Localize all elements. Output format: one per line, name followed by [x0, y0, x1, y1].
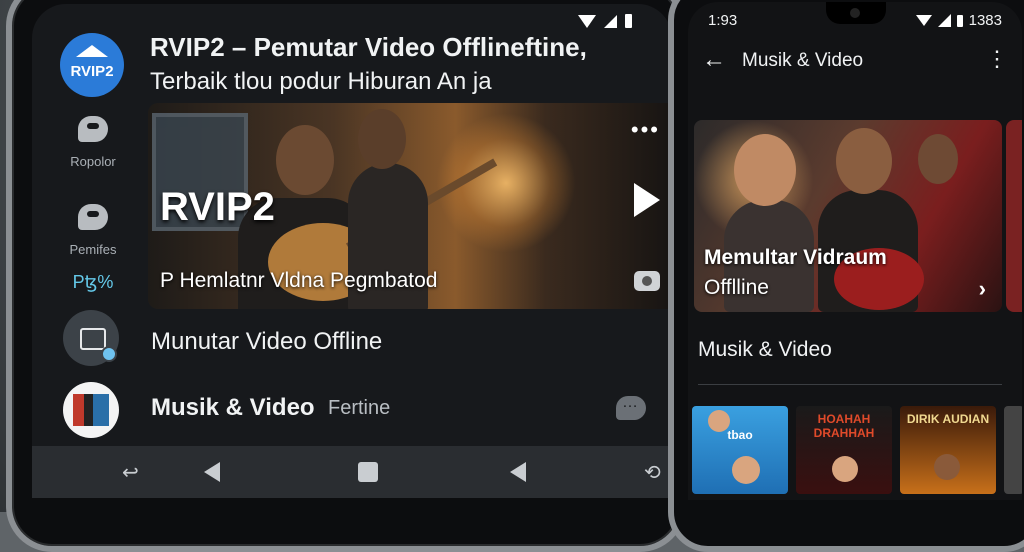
list-item-sub: Fertine: [328, 397, 391, 419]
system-nav-bar: ↩ ⟲: [32, 446, 672, 498]
logo-text: RVIP2: [70, 62, 114, 80]
thumbnail-label: DIRIK AUDIAN: [906, 412, 990, 426]
guitarist-head: [836, 128, 892, 194]
chat-bubble-icon: [78, 116, 108, 142]
guitarist-head: [276, 125, 334, 195]
more-icon[interactable]: •••: [631, 117, 660, 143]
status-right-text: 1383: [968, 12, 1002, 29]
offline-video-icon[interactable]: [63, 310, 119, 366]
app-subtitle: Terbaik tlou podur Hiburan An ja: [150, 68, 492, 95]
left-phone-frame: RVIP2 RVIP2 – Pemutar Video Offlineftine…: [6, 0, 686, 552]
side-item-label: Ropolor: [70, 154, 116, 169]
page-title: Musik & Video: [742, 50, 864, 71]
chat-bubble-icon: [78, 204, 108, 230]
video-thumbnail[interactable]: tbao: [692, 406, 788, 494]
battery-icon: [625, 14, 632, 28]
right-phone-frame: 1:93 1383 ← Musik & Video ⋮ Memultar Vid…: [668, 0, 1024, 552]
return-icon[interactable]: ↩: [122, 460, 139, 485]
music-video-icon[interactable]: [63, 382, 119, 438]
right-phone-screen: 1:93 1383 ← Musik & Video ⋮ Memultar Vid…: [688, 2, 1022, 500]
side-item-label: Pemifes: [69, 242, 117, 257]
hero-subtitle: P Hemlatnr Vldna Pegmbatod: [160, 269, 438, 292]
left-phone-screen: RVIP2 RVIP2 – Pemutar Video Offlineftine…: [32, 4, 672, 498]
featured-card[interactable]: Memultar Vidraum Offlline ›: [694, 120, 1002, 312]
featured-title: Memultar Vidraum: [704, 246, 887, 269]
status-icons: [578, 14, 632, 28]
side-item-ropolor[interactable]: Ropolor: [58, 116, 128, 169]
thumbnail-label: tbao: [727, 428, 753, 442]
signal-icon: [937, 14, 951, 27]
face: [732, 456, 760, 484]
signal-icon: [604, 14, 617, 28]
back-arrow-icon[interactable]: ←: [702, 46, 726, 74]
home-square-icon[interactable]: [358, 462, 378, 482]
video-thumbnail[interactable]: HOAHAH DRAHHAH: [796, 406, 892, 494]
app-logo[interactable]: RVIP2: [60, 33, 124, 97]
camera-notch: [826, 2, 886, 24]
thumbnail-label: HOAHAH DRAHHAH: [813, 412, 875, 440]
list-item-music-video[interactable]: Musik & Video: [151, 394, 315, 422]
house-icon: [76, 45, 108, 57]
video-thumbnail[interactable]: DIRIK AUDIAN: [900, 406, 996, 494]
screen-icon: [80, 328, 106, 350]
rotate-icon[interactable]: ⟲: [644, 460, 661, 485]
camera-icon[interactable]: [634, 271, 660, 291]
face: [934, 454, 960, 480]
hero-brand: RVIP2: [160, 185, 275, 229]
singer-head: [734, 134, 796, 206]
wifi-icon: [578, 14, 596, 28]
status-time: 1:93: [708, 12, 738, 29]
drummer-head: [918, 134, 958, 184]
side-percent: Pꜩ%: [72, 272, 114, 292]
play-icon[interactable]: [634, 183, 660, 217]
battery-icon: [956, 14, 963, 27]
second-person-head: [358, 109, 406, 169]
hero-video-card[interactable]: RVIP2 P Hemlatnr Vldna Pegmbatod •••: [148, 103, 672, 309]
comment-icon[interactable]: [616, 394, 646, 420]
back-triangle-icon[interactable]: [204, 462, 220, 482]
badge-dot: [101, 346, 117, 362]
list-item-offline[interactable]: Munutar Video Offline: [151, 328, 382, 356]
chevron-right-icon[interactable]: ›: [979, 276, 986, 302]
featured-subtitle: Offlline: [704, 276, 769, 299]
thumbnail-pic: [73, 394, 109, 426]
back-triangle-icon-2[interactable]: [510, 462, 526, 482]
next-card-peek[interactable]: [1006, 120, 1022, 312]
overflow-menu-icon[interactable]: ⋮: [986, 46, 1008, 72]
face: [832, 456, 858, 482]
section-title: Musik & Video: [698, 338, 832, 361]
app-title: RVIP2 – Pemutar Video Offlineftine,: [150, 32, 587, 62]
divider: [698, 384, 1002, 385]
status-icons-right: 1383: [915, 12, 1002, 29]
side-item-pemifes[interactable]: Pemifes: [58, 204, 128, 257]
wifi-icon: [915, 15, 932, 26]
video-thumbnail-peek[interactable]: [1004, 406, 1022, 494]
